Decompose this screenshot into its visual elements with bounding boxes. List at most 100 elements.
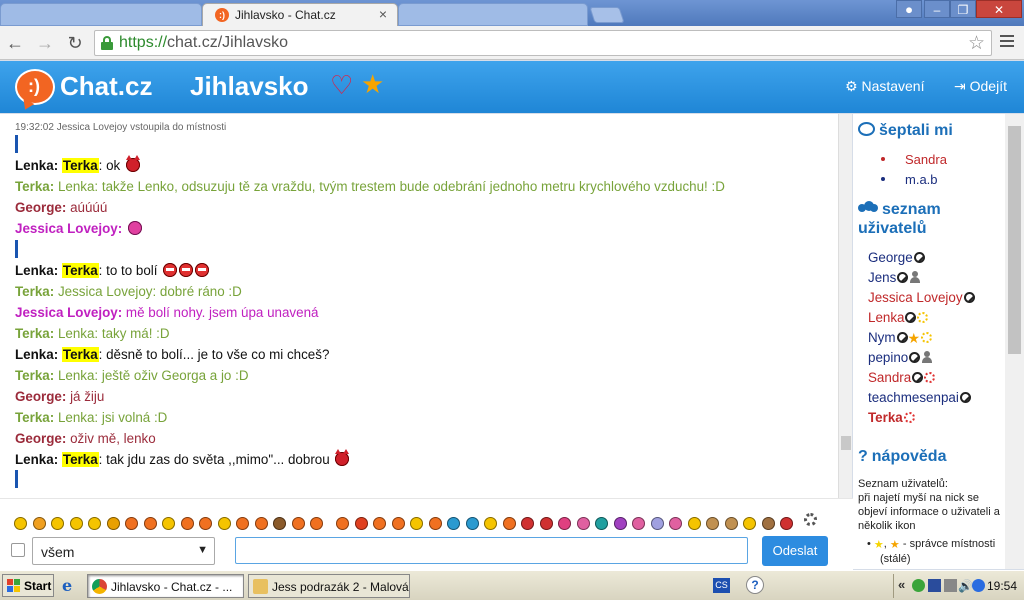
browser-tab-inactive[interactable] [0, 3, 202, 26]
browser-tab-active[interactable]: :) Jihlavsko - Chat.cz × [202, 3, 398, 26]
smiley-emoji-icon[interactable] [14, 517, 27, 530]
hamburger-menu-icon[interactable] [1000, 35, 1016, 51]
address-bar[interactable]: https://chat.cz/Jihlavsko ☆ [94, 30, 992, 56]
smiley-emoji-icon[interactable] [273, 517, 286, 530]
smiley-emoji-icon[interactable] [706, 517, 719, 530]
close-tab-icon[interactable]: × [379, 6, 387, 22]
smiley-emoji-icon[interactable] [502, 517, 516, 530]
smiley-emoji-icon[interactable] [180, 517, 194, 530]
smiley-emoji-icon[interactable] [336, 517, 349, 530]
smiley-emoji-icon[interactable] [69, 517, 83, 530]
chat-logo-icon[interactable]: :) [15, 69, 55, 105]
back-arrow-icon[interactable]: ← [4, 32, 26, 54]
smiley-emoji-icon[interactable] [254, 517, 268, 530]
smiley-emoji-icon[interactable] [291, 517, 305, 530]
maximize-button[interactable]: ❐ [950, 0, 976, 18]
smiley-emoji-icon[interactable] [32, 517, 46, 530]
settings-link[interactable]: ⚙ Nastavení [845, 78, 925, 95]
send-button[interactable]: Odeslat [762, 536, 828, 566]
forward-arrow-icon[interactable]: → [34, 32, 56, 54]
smiley-emoji-icon[interactable] [217, 517, 231, 530]
network-icon[interactable] [928, 579, 941, 592]
user-item-nym[interactable]: Nym ★ [868, 330, 933, 347]
private-checkbox[interactable] [11, 543, 25, 557]
smiley-emoji-icon[interactable] [428, 517, 442, 530]
star-icon[interactable]: ★ [361, 71, 384, 97]
smiley-emoji-icon[interactable] [88, 517, 101, 530]
speaker-icon[interactable]: 🔊 [958, 579, 973, 593]
sidebar-scrollbar-thumb[interactable] [1008, 126, 1021, 354]
smiley-emoji-icon[interactable] [199, 517, 212, 530]
smiley-emoji-icon[interactable] [761, 517, 775, 530]
tray-app-icon[interactable] [912, 579, 925, 592]
leave-link[interactable]: ⇥ Odejít [954, 78, 1007, 95]
user-item-teachmesenpai[interactable]: teachmesenpai [868, 390, 971, 405]
smiley-emoji-icon[interactable] [143, 517, 157, 530]
chat-scrollbar[interactable] [838, 114, 852, 498]
new-tab-button[interactable] [589, 7, 625, 23]
user-item-jessica[interactable]: Jessica Lovejoy [868, 290, 975, 305]
smiley-emoji-icon[interactable] [558, 517, 571, 530]
recipient-select[interactable]: všem ▼ [32, 537, 215, 565]
smiley-emoji-icon[interactable] [650, 517, 664, 530]
help-icon[interactable]: ? [746, 576, 764, 594]
internet-explorer-icon[interactable]: e [62, 576, 78, 595]
smiley-emoji-icon[interactable] [51, 517, 64, 530]
chat-scrollbar-thumb[interactable] [841, 436, 851, 450]
user-item-george[interactable]: George [868, 250, 925, 265]
smiley-emoji-icon[interactable] [391, 517, 405, 530]
smiley-emoji-icon[interactable] [410, 517, 423, 530]
smiley-emoji-icon[interactable] [613, 517, 627, 530]
smiley-emoji-icon[interactable] [539, 517, 553, 530]
gear-icon[interactable] [804, 513, 817, 526]
minimize-button[interactable]: – [924, 0, 950, 18]
user-item-lenka[interactable]: Lenka [868, 310, 929, 325]
smiley-emoji-icon[interactable] [780, 517, 793, 530]
smiley-emoji-icon[interactable] [310, 517, 323, 530]
browser-tab-inactive[interactable] [398, 3, 588, 26]
chevron-down-icon: ▼ [197, 544, 208, 556]
smiley-emoji-icon[interactable] [484, 517, 497, 530]
smiley-emoji-icon[interactable] [743, 517, 756, 530]
tray-app-icon[interactable] [944, 579, 957, 592]
smiley-emoji-icon[interactable] [724, 517, 738, 530]
smiley-emoji-icon[interactable] [632, 517, 645, 530]
sidebar-scrollbar[interactable] [1005, 114, 1024, 569]
heart-outline-icon[interactable]: ♡ [330, 72, 353, 98]
windows-flag-icon [7, 579, 21, 593]
tray-expand-icon[interactable]: « [898, 577, 905, 592]
user-item-sandra[interactable]: Sandra [868, 370, 936, 385]
os-taskbar: Start e Jihlavsko - Chat.cz - ... Jess p… [0, 570, 1024, 600]
message-input-row: všem ▼ Odeslat [0, 534, 853, 570]
taskbar-item-chrome[interactable]: Jihlavsko - Chat.cz - ... [87, 574, 244, 598]
smiley-emoji-icon[interactable] [687, 517, 701, 530]
reload-icon[interactable]: ↻ [64, 32, 86, 54]
smiley-emoji-icon[interactable] [576, 517, 590, 530]
user-item-pepino[interactable]: pepino [868, 350, 933, 365]
whisper-item[interactable]: Sandra [881, 152, 947, 167]
tray-app-icon[interactable] [972, 579, 985, 592]
user-item-jens[interactable]: Jens [868, 270, 921, 285]
smiley-emoji-icon[interactable] [595, 517, 608, 530]
language-indicator[interactable]: CS [713, 578, 730, 593]
bullet-icon [881, 177, 885, 181]
smiley-emoji-icon[interactable] [236, 517, 249, 530]
brand-name[interactable]: Chat.cz [60, 71, 152, 102]
start-button[interactable]: Start [2, 574, 54, 597]
taskbar-item-paint[interactable]: Jess podrazák 2 - Malování [248, 574, 410, 598]
smiley-emoji-icon[interactable] [465, 517, 479, 530]
smiley-emoji-icon[interactable] [162, 517, 175, 530]
bookmark-star-icon[interactable]: ☆ [968, 32, 985, 55]
smiley-emoji-icon[interactable] [354, 517, 368, 530]
smiley-emoji-icon[interactable] [373, 517, 386, 530]
smiley-emoji-icon[interactable] [106, 517, 120, 530]
smiley-emoji-icon[interactable] [521, 517, 534, 530]
smiley-emoji-icon[interactable] [447, 517, 460, 530]
message-input[interactable] [235, 537, 748, 564]
smiley-emoji-icon[interactable] [669, 517, 682, 530]
window-close-button[interactable]: ✕ [976, 0, 1022, 18]
user-profile-icon[interactable]: ● [896, 0, 922, 18]
whisper-item[interactable]: m.a.b [881, 172, 938, 187]
smiley-emoji-icon[interactable] [125, 517, 138, 530]
user-item-terka[interactable]: Terka [868, 410, 915, 425]
